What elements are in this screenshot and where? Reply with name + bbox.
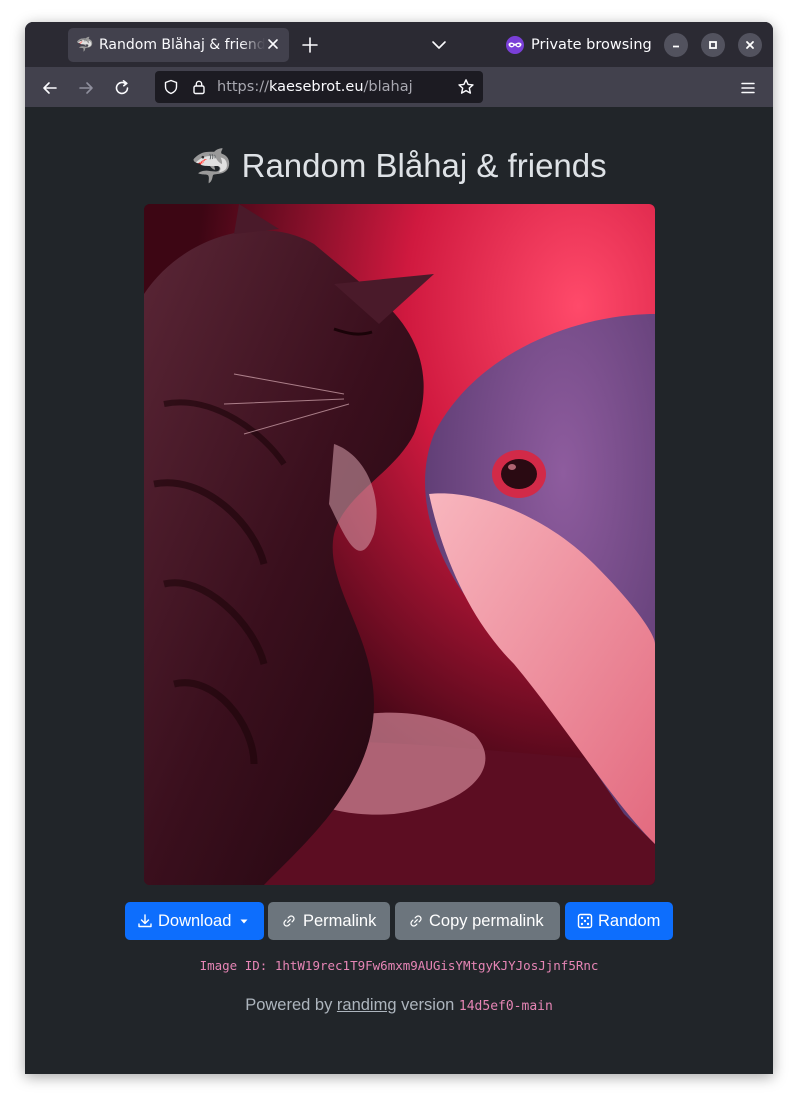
close-icon[interactable] [265, 36, 281, 52]
shark-emoji-icon: 🦈 [191, 147, 233, 184]
lock-icon[interactable] [191, 79, 207, 95]
page-content: 🦈 Random Blåhaj & friends Download Perma… [25, 107, 773, 1074]
minimize-icon [673, 45, 679, 48]
minimize-button[interactable] [664, 33, 688, 57]
hamburger-menu-icon[interactable] [738, 78, 758, 98]
private-browsing-indicator: Private browsing [505, 34, 652, 56]
link-icon [283, 915, 295, 927]
download-label: Download [158, 911, 232, 930]
nav-toolbar: https://kaesebrot.eu/blahaj [25, 67, 773, 107]
reload-icon[interactable] [112, 78, 132, 98]
random-button[interactable]: Random [565, 902, 673, 940]
url-host: kaesebrot.eu [268, 79, 364, 95]
close-window-button[interactable] [738, 33, 762, 57]
copy-permalink-label: Copy permalink [429, 911, 544, 930]
image-id: Image ID: 1htW19rec1T9Fw6mxm9AUGisYMtgyK… [199, 958, 599, 973]
tab-strip: 🦈 Random Blåhaj & friends Private browsi… [25, 22, 773, 67]
caret-down-icon [240, 919, 248, 924]
page-title-text: Random Blåhaj & friends [241, 147, 607, 184]
download-button[interactable]: Download [125, 902, 264, 940]
forward-arrow-icon[interactable] [76, 78, 96, 98]
chevron-down-icon[interactable] [430, 36, 448, 54]
maximize-icon [709, 41, 717, 49]
randimg-link[interactable]: randimg [337, 996, 397, 1014]
tab-active[interactable]: 🦈 Random Blåhaj & friends [68, 28, 289, 62]
star-icon[interactable] [457, 78, 475, 96]
private-mask-icon [506, 36, 524, 54]
shield-icon[interactable] [163, 79, 179, 95]
url-text[interactable]: https://kaesebrot.eu/blahaj [217, 79, 413, 95]
shark-favicon-icon: 🦈 [76, 37, 94, 53]
random-photo [144, 204, 655, 885]
permalink-label: Permalink [303, 911, 377, 930]
url-path: /blahaj [363, 79, 413, 95]
maximize-button[interactable] [701, 33, 725, 57]
plus-icon[interactable] [300, 35, 320, 55]
tab-title: Random Blåhaj & friends [99, 37, 265, 53]
window-close-icon [746, 41, 754, 49]
powered-by-footer: Powered by randimg version 14d5ef0-main [25, 996, 773, 1015]
download-icon [138, 914, 152, 928]
private-browsing-label: Private browsing [531, 37, 652, 53]
version-code: 14d5ef0-main [458, 999, 553, 1014]
permalink-button[interactable]: Permalink [268, 902, 390, 940]
link-icon [410, 915, 422, 927]
browser-window: 🦈 Random Blåhaj & friends Private browsi… [25, 22, 773, 1074]
dice-icon [577, 913, 593, 929]
page-title: 🦈 Random Blåhaj & friends [25, 147, 773, 186]
url-scheme: https:// [217, 79, 269, 95]
url-bar[interactable]: https://kaesebrot.eu/blahaj [155, 71, 483, 103]
powered-middle: version [396, 996, 459, 1014]
copy-permalink-button[interactable]: Copy permalink [395, 902, 560, 940]
back-arrow-icon[interactable] [40, 78, 60, 98]
random-label: Random [598, 911, 661, 930]
powered-prefix: Powered by [245, 996, 337, 1014]
